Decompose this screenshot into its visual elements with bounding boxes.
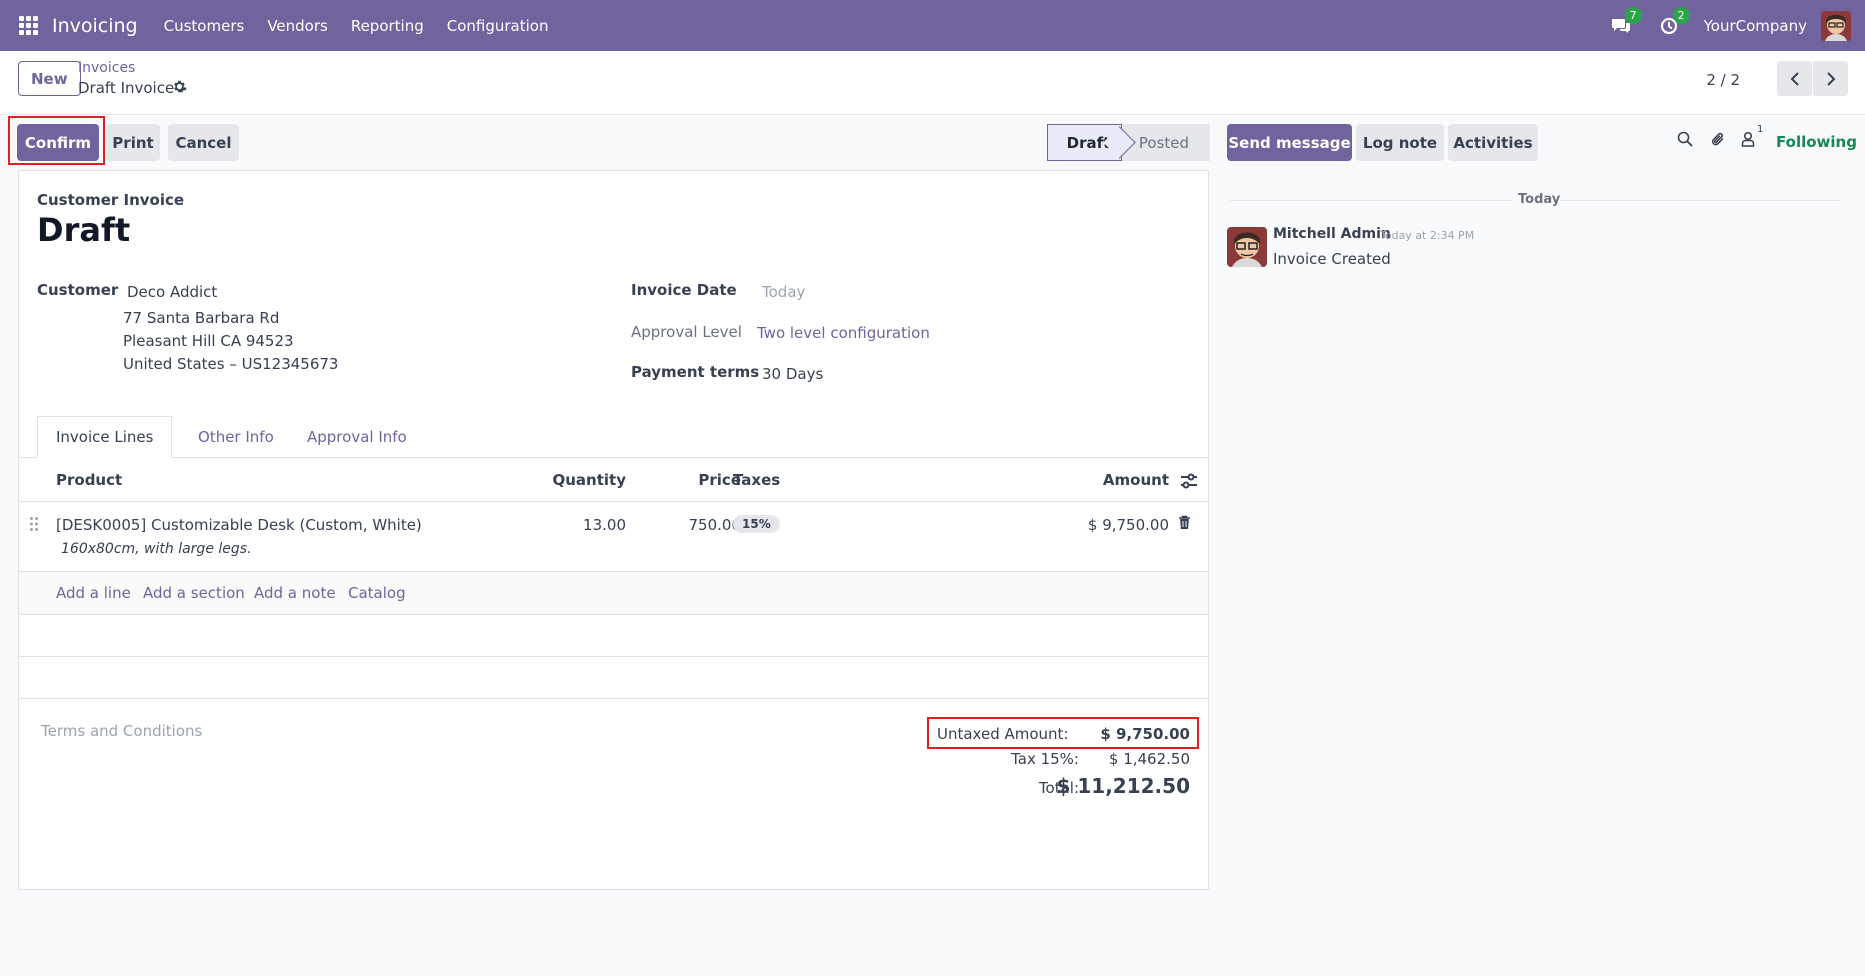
send-message-button[interactable]: Send message: [1227, 124, 1352, 161]
status-bar: Draft Posted: [1047, 124, 1210, 161]
empty-row-separator-1: [19, 656, 1208, 657]
header-separator: [19, 501, 1208, 502]
confirm-highlight-box: [8, 116, 105, 165]
control-panel: New Invoices Draft Invoice 2 / 2: [0, 51, 1865, 115]
tax-label: Tax 15%:: [1011, 750, 1079, 768]
menu-reporting[interactable]: Reporting: [351, 17, 424, 35]
approval-level-label: Approval Level: [631, 323, 742, 341]
trash-icon[interactable]: [1178, 515, 1191, 534]
message-author[interactable]: Mitchell Admin: [1273, 226, 1391, 242]
pager-previous-button[interactable]: [1777, 61, 1812, 96]
line-amount: $ 9,750.00: [1087, 516, 1169, 534]
add-row-separator: [19, 614, 1208, 615]
invoice-title: Draft: [37, 211, 131, 249]
tab-approval-info[interactable]: Approval Info: [289, 416, 425, 458]
app-menu-icon[interactable]: [19, 15, 39, 36]
stage-draft[interactable]: Draft: [1047, 124, 1122, 161]
add-note-link[interactable]: Add a note: [254, 584, 336, 602]
activities-button[interactable]: Activities: [1448, 124, 1538, 161]
following-toggle[interactable]: Following: [1776, 133, 1857, 151]
column-taxes[interactable]: Taxes: [733, 471, 780, 489]
approval-level-link[interactable]: Two level configuration: [757, 324, 930, 342]
payment-terms-label: Payment terms: [631, 363, 760, 381]
invoice-date-label: Invoice Date: [631, 281, 737, 299]
chevron-right-icon: [1826, 71, 1835, 86]
log-note-button[interactable]: Log note: [1356, 124, 1444, 161]
customer-field[interactable]: Deco Addict: [127, 283, 217, 301]
line-tax-badge[interactable]: 15%: [733, 515, 780, 533]
customer-address-line1: 77 Santa Barbara Rd: [123, 309, 280, 327]
customer-label: Customer: [37, 281, 119, 299]
line-quantity[interactable]: 13.00: [546, 516, 626, 534]
print-button[interactable]: Print: [106, 124, 160, 161]
main-navbar: Invoicing Customers Vendors Reporting Co…: [0, 0, 1865, 51]
line-price[interactable]: 750.00: [659, 516, 742, 534]
line-product[interactable]: [DESK0005] Customizable Desk (Custom, Wh…: [56, 516, 422, 534]
total-value: $ 11,212.50: [1056, 774, 1191, 798]
date-separator-label: Today: [1518, 192, 1561, 207]
tab-other-info[interactable]: Other Info: [180, 416, 292, 458]
company-switcher[interactable]: YourCompany: [1704, 17, 1807, 35]
invoice-type-label: Customer Invoice: [37, 191, 185, 209]
followers-button[interactable]: 1: [1741, 124, 1763, 151]
paperclip-icon[interactable]: [1710, 131, 1726, 152]
app-title[interactable]: Invoicing: [52, 15, 138, 37]
column-quantity[interactable]: Quantity: [546, 471, 627, 489]
cancel-button[interactable]: Cancel: [168, 124, 239, 161]
line-description[interactable]: 160x80cm, with large legs.: [61, 541, 252, 557]
user-avatar[interactable]: [1821, 10, 1851, 41]
activities-count-badge: 2: [1672, 6, 1690, 24]
tax-value: $ 1,462.50: [1108, 750, 1190, 768]
untaxed-amount-value: $ 9,750.00: [1100, 725, 1190, 743]
date-separator-line-right: [1560, 200, 1841, 201]
invoice-form-sheet: Customer Invoice Draft Customer Deco Add…: [18, 170, 1209, 890]
new-button[interactable]: New: [18, 61, 81, 96]
optional-columns-icon[interactable]: [1180, 473, 1198, 493]
messages-systray[interactable]: 7: [1608, 6, 1642, 39]
person-icon: [1741, 131, 1755, 147]
stage-posted-label: Posted: [1138, 133, 1190, 152]
message-author-avatar[interactable]: [1227, 227, 1267, 267]
customer-address-line2: Pleasant Hill CA 94523: [123, 332, 294, 350]
chevron-left-icon: [1790, 71, 1799, 86]
followers-count: 1: [1757, 124, 1764, 135]
message-body: Invoice Created: [1273, 250, 1391, 268]
untaxed-amount-label: Untaxed Amount:: [937, 725, 1069, 743]
tab-invoice-lines[interactable]: Invoice Lines: [37, 416, 173, 458]
search-icon[interactable]: [1677, 131, 1693, 151]
add-section-link[interactable]: Add a section: [143, 584, 245, 602]
stage-draft-label: Draft: [1066, 133, 1111, 152]
breadcrumb-invoices[interactable]: Invoices: [78, 60, 135, 76]
date-separator-line-left: [1230, 200, 1512, 201]
column-product[interactable]: Product: [56, 471, 122, 489]
add-line-link[interactable]: Add a line: [56, 584, 131, 602]
drag-handle-icon[interactable]: [29, 516, 39, 536]
pager-value[interactable]: 2 / 2: [1706, 71, 1740, 89]
catalog-link[interactable]: Catalog: [348, 584, 406, 602]
author-avatar-icon: [1227, 227, 1267, 267]
customer-address-line3: United States – US12345673: [123, 355, 339, 373]
empty-row-separator-2: [19, 698, 1208, 699]
activities-systray[interactable]: 2: [1656, 6, 1690, 39]
breadcrumb-current: Draft Invoice: [78, 79, 175, 97]
payment-terms-field[interactable]: 30 Days: [762, 365, 823, 383]
message-timestamp: Today at 2:34 PM: [1380, 229, 1475, 242]
column-amount[interactable]: Amount: [1069, 471, 1169, 489]
gear-icon[interactable]: [172, 79, 187, 98]
user-avatar-icon: [1821, 10, 1851, 41]
pager-next-button[interactable]: [1813, 61, 1848, 96]
menu-vendors[interactable]: Vendors: [267, 17, 328, 35]
tabs-divider: [19, 457, 1208, 458]
messages-count-badge: 7: [1624, 6, 1642, 24]
invoice-date-field[interactable]: Today: [762, 283, 805, 301]
column-price[interactable]: Price: [659, 471, 741, 489]
menu-customers[interactable]: Customers: [164, 17, 245, 35]
terms-and-conditions-field[interactable]: Terms and Conditions: [41, 722, 202, 740]
menu-configuration[interactable]: Configuration: [447, 17, 549, 35]
